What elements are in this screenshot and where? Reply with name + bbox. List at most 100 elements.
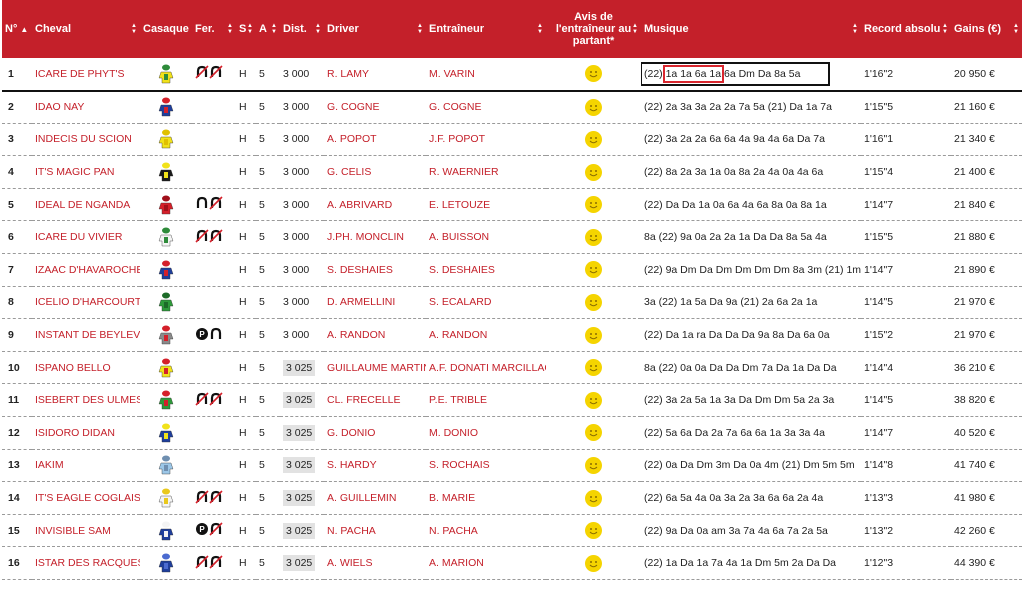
cell-entraineur-link[interactable]: B. MARIE <box>426 482 546 515</box>
cell-driver-link[interactable]: A. WIELS <box>324 547 426 580</box>
col-header-cheval[interactable]: Cheval ▲ ▼ <box>32 0 140 58</box>
cell-cheval-link[interactable]: ICELIO D'HARCOURT <box>32 286 140 319</box>
table-row[interactable]: 2 IDAO NAY H 5 3 000 G. COGNE G. COGNE (… <box>2 91 1022 124</box>
cell-avis[interactable] <box>546 123 641 156</box>
table-row[interactable]: 10 ISPANO BELLO H 5 3 025 GUILLAUME MART… <box>2 351 1022 384</box>
cell-avis[interactable] <box>546 482 641 515</box>
cell-avis[interactable] <box>546 319 641 352</box>
cell-driver-link[interactable]: G. CELIS <box>324 156 426 189</box>
cell-driver-link[interactable]: CL. FRECELLE <box>324 384 426 417</box>
cell-cheval-link[interactable]: ICARE DU VIVIER <box>32 221 140 254</box>
silk-icon <box>157 553 175 573</box>
cell-driver-link[interactable]: G. DONIO <box>324 417 426 450</box>
table-row[interactable]: 4 IT'S MAGIC PAN H 5 3 000 G. CELIS R. W… <box>2 156 1022 189</box>
table-row[interactable]: 12 ISIDORO DIDAN H 5 3 025 G. DONIO M. D… <box>2 417 1022 450</box>
cell-avis[interactable] <box>546 351 641 384</box>
cell-avis[interactable] <box>546 221 641 254</box>
cell-cheval-link[interactable]: IZAAC D'HAVAROCHE <box>32 254 140 287</box>
cell-entraineur-link[interactable]: P.E. TRIBLE <box>426 384 546 417</box>
cell-cheval-link[interactable]: IT'S MAGIC PAN <box>32 156 140 189</box>
cell-entraineur-link[interactable]: G. COGNE <box>426 91 546 124</box>
cell-entraineur-link[interactable]: S. DESHAIES <box>426 254 546 287</box>
table-row[interactable]: 7 IZAAC D'HAVAROCHE H 5 3 000 S. DESHAIE… <box>2 254 1022 287</box>
cell-driver-link[interactable]: S. HARDY <box>324 449 426 482</box>
cell-cheval-link[interactable]: INVISIBLE SAM <box>32 514 140 547</box>
cell-entraineur-link[interactable]: M. VARIN <box>426 58 546 91</box>
cell-entraineur-link[interactable]: R. WAERNIER <box>426 156 546 189</box>
cell-driver-link[interactable]: N. PACHA <box>324 514 426 547</box>
cell-avis[interactable] <box>546 547 641 580</box>
col-header-driver[interactable]: Driver ▲ ▼ <box>324 0 426 58</box>
cell-cheval-link[interactable]: INSTANT DE BEYLEV <box>32 319 140 352</box>
cell-avis[interactable] <box>546 91 641 124</box>
distance-value: 3 025 <box>283 424 316 441</box>
cell-avis[interactable] <box>546 449 641 482</box>
cell-cheval-link[interactable]: ICARE DE PHYT'S <box>32 58 140 91</box>
table-row[interactable]: 16 ISTAR DES RACQUES H 5 3 025 A. WIELS … <box>2 547 1022 580</box>
cell-entraineur-link[interactable]: E. LETOUZE <box>426 188 546 221</box>
cell-avis[interactable] <box>546 188 641 221</box>
cell-entraineur-link[interactable]: J.F. POPOT <box>426 123 546 156</box>
col-header-age[interactable]: A ▲ ▼ <box>256 0 280 58</box>
cell-record: 1'16"2 <box>864 67 894 80</box>
cell-entraineur-link[interactable]: S. ECALARD <box>426 286 546 319</box>
cell-cheval-link[interactable]: IDAO NAY <box>32 91 140 124</box>
cell-cheval-link[interactable]: ISEBERT DES ULMES <box>32 384 140 417</box>
table-row[interactable]: 5 IDEAL DE NGANDA H 5 3 000 A. ABRIVARD … <box>2 188 1022 221</box>
cell-cheval-link[interactable]: IT'S EAGLE COGLAIS <box>32 482 140 515</box>
cell-driver-link[interactable]: D. ARMELLINI <box>324 286 426 319</box>
col-header-sexe[interactable]: S ▲ ▼ <box>236 0 256 58</box>
table-row[interactable]: 8 ICELIO D'HARCOURT H 5 3 000 D. ARMELLI… <box>2 286 1022 319</box>
cell-driver-link[interactable]: A. RANDON <box>324 319 426 352</box>
distance-value: 3 025 <box>283 522 316 539</box>
cell-num: 16 <box>8 557 20 570</box>
cell-cheval-link[interactable]: INDECIS DU SCION <box>32 123 140 156</box>
cell-driver-link[interactable]: J.PH. MONCLIN <box>324 221 426 254</box>
cell-avis[interactable] <box>546 254 641 287</box>
cell-cheval-link[interactable]: ISPANO BELLO <box>32 351 140 384</box>
cell-driver-link[interactable]: A. GUILLEMIN <box>324 482 426 515</box>
col-header-dist[interactable]: Dist. ▲ ▼ <box>280 0 324 58</box>
cell-entraineur-link[interactable]: S. ROCHAIS <box>426 449 546 482</box>
cell-entraineur-link[interactable]: A.F. DONATI MARCILLAC <box>426 351 546 384</box>
cell-entraineur-link[interactable]: M. DONIO <box>426 417 546 450</box>
cell-cheval-link[interactable]: IAKIM <box>32 449 140 482</box>
table-row[interactable]: 11 ISEBERT DES ULMES H 5 3 025 CL. FRECE… <box>2 384 1022 417</box>
cell-cheval-link[interactable]: IDEAL DE NGANDA <box>32 188 140 221</box>
col-header-record[interactable]: Record absolu ▲ ▼ <box>861 0 951 58</box>
cell-driver-link[interactable]: S. DESHAIES <box>324 254 426 287</box>
table-row[interactable]: 9 INSTANT DE BEYLEV P H 5 3 000 A. RANDO… <box>2 319 1022 352</box>
cell-driver-link[interactable]: R. LAMY <box>324 58 426 91</box>
cell-cheval-link[interactable]: ISTAR DES RACQUES <box>32 547 140 580</box>
col-header-num[interactable]: N° ▲ <box>2 0 32 58</box>
cell-avis[interactable] <box>546 58 641 91</box>
cell-sexe: H <box>239 459 247 472</box>
cell-entraineur-link[interactable]: A. MARION <box>426 547 546 580</box>
cell-avis[interactable] <box>546 384 641 417</box>
cell-driver-link[interactable]: G. COGNE <box>324 91 426 124</box>
cell-entraineur-link[interactable]: A. BUISSON <box>426 221 546 254</box>
table-row[interactable]: 6 ICARE DU VIVIER H 5 3 000 J.PH. MONCLI… <box>2 221 1022 254</box>
cell-entraineur-link[interactable]: N. PACHA <box>426 514 546 547</box>
cell-avis[interactable] <box>546 514 641 547</box>
musique-value: 8a (22) 9a 0a 2a 2a 1a Da Da 8a 5a 4a <box>644 231 827 244</box>
cell-driver-link[interactable]: A. ABRIVARD <box>324 188 426 221</box>
cell-entraineur-link[interactable]: A. RANDON <box>426 319 546 352</box>
col-header-musique[interactable]: Musique ▲ ▼ <box>641 0 861 58</box>
col-header-fer[interactable]: Fer. ▲ ▼ <box>192 0 236 58</box>
table-row[interactable]: 14 IT'S EAGLE COGLAIS H 5 3 025 A. GUILL… <box>2 482 1022 515</box>
horseshoe-icon <box>195 392 223 409</box>
cell-avis[interactable] <box>546 286 641 319</box>
cell-driver-link[interactable]: GUILLAUME MARTIN <box>324 351 426 384</box>
table-row[interactable]: 13 IAKIM H 5 3 025 S. HARDY S. ROCHAIS (… <box>2 449 1022 482</box>
table-row[interactable]: 3 INDECIS DU SCION H 5 3 000 A. POPOT J.… <box>2 123 1022 156</box>
cell-cheval-link[interactable]: ISIDORO DIDAN <box>32 417 140 450</box>
cell-avis[interactable] <box>546 417 641 450</box>
table-row[interactable]: 15 INVISIBLE SAM P H 5 3 025 N. PACHA N.… <box>2 514 1022 547</box>
col-header-avis[interactable]: Avis de l'entraîneur au partant* ▲ ▼ <box>546 0 641 58</box>
col-header-gains[interactable]: Gains (€) ▲ ▼ <box>951 0 1022 58</box>
cell-driver-link[interactable]: A. POPOT <box>324 123 426 156</box>
cell-avis[interactable] <box>546 156 641 189</box>
col-header-entraineur[interactable]: Entraîneur ▲ ▼ <box>426 0 546 58</box>
table-row[interactable]: 1 ICARE DE PHYT'S H 5 3 000 R. LAMY M. V… <box>2 58 1022 91</box>
